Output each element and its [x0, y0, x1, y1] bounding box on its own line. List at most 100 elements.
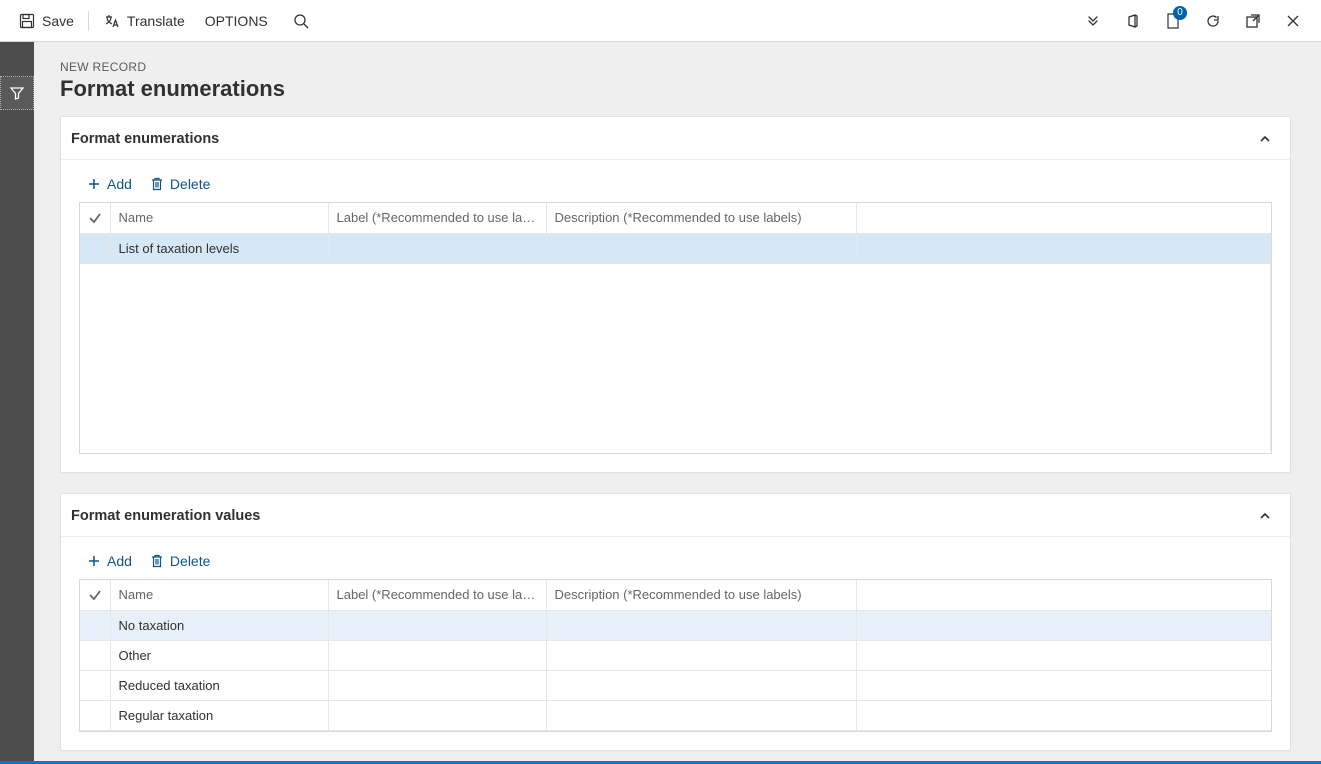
save-icon [18, 12, 36, 30]
translate-icon [103, 12, 121, 30]
cell-name[interactable]: Other [110, 640, 328, 670]
delete-button[interactable]: Delete [150, 553, 210, 569]
plus-icon [87, 177, 101, 191]
table-row[interactable]: Regular taxation [80, 700, 1271, 730]
panel-format-enumerations: Format enumerations Add [60, 116, 1291, 473]
check-icon [88, 211, 102, 225]
trash-icon [150, 554, 164, 568]
office-button[interactable] [1113, 0, 1153, 42]
col-label[interactable]: Label (*Recommended to use labels) [328, 203, 546, 233]
collapse-button[interactable] [1258, 132, 1272, 146]
refresh-button[interactable] [1193, 0, 1233, 42]
cell-description[interactable] [546, 670, 856, 700]
toolbar-separator [88, 11, 89, 31]
popout-icon [1245, 13, 1261, 29]
cell-label[interactable] [328, 670, 546, 700]
check-icon [88, 588, 102, 602]
cell-spacer [856, 700, 1271, 730]
cell-name[interactable]: Reduced taxation [110, 670, 328, 700]
row-checkbox[interactable] [80, 233, 110, 263]
refresh-icon [1205, 13, 1221, 29]
row-checkbox[interactable] [80, 670, 110, 700]
breadcrumb: NEW RECORD [60, 60, 1291, 74]
cell-description[interactable] [546, 700, 856, 730]
panel-title: Format enumerations [71, 131, 219, 147]
panel-title: Format enumeration values [71, 508, 260, 524]
popout-button[interactable] [1233, 0, 1273, 42]
checkbox-header[interactable] [80, 580, 110, 610]
panel-format-enumeration-values: Format enumeration values Add [60, 493, 1291, 751]
col-description[interactable]: Description (*Recommended to use labels) [546, 580, 856, 610]
options-button[interactable]: OPTIONS [195, 0, 278, 42]
delete-button[interactable]: Delete [150, 176, 210, 192]
trash-icon [150, 177, 164, 191]
grid-header-row: Name Label (*Recommended to use labels) … [80, 203, 1271, 233]
delete-label: Delete [170, 176, 210, 192]
close-button[interactable] [1273, 0, 1313, 42]
left-rail [0, 42, 34, 761]
link-button[interactable] [1073, 0, 1113, 42]
cell-name[interactable]: List of taxation levels [110, 233, 328, 263]
cell-description[interactable] [546, 640, 856, 670]
col-spacer [856, 580, 1271, 610]
filter-button[interactable] [0, 76, 34, 110]
filter-icon [9, 85, 25, 101]
cell-description[interactable] [546, 233, 856, 263]
link-icon [1085, 13, 1101, 29]
translate-button[interactable]: Translate [93, 0, 195, 42]
table-row[interactable]: No taxation [80, 610, 1271, 640]
col-spacer [856, 203, 1271, 233]
grid-actions: Add Delete [79, 172, 1272, 202]
save-button[interactable]: Save [8, 0, 84, 42]
cell-name[interactable]: Regular taxation [110, 700, 328, 730]
table-row[interactable]: Other [80, 640, 1271, 670]
col-name[interactable]: Name [110, 203, 328, 233]
table-row[interactable]: Reduced taxation [80, 670, 1271, 700]
panel-header: Format enumerations [61, 117, 1290, 160]
body-area: NEW RECORD Format enumerations Format en… [0, 42, 1321, 761]
cell-label[interactable] [328, 700, 546, 730]
col-name[interactable]: Name [110, 580, 328, 610]
options-label: OPTIONS [205, 13, 268, 29]
enumeration-values-grid[interactable]: Name Label (*Recommended to use labels) … [79, 579, 1272, 732]
col-description[interactable]: Description (*Recommended to use labels) [546, 203, 856, 233]
cell-spacer [856, 670, 1271, 700]
checkbox-header[interactable] [80, 203, 110, 233]
panel-header: Format enumeration values [61, 494, 1290, 537]
cell-spacer [856, 640, 1271, 670]
search-button[interactable] [278, 0, 324, 42]
add-label: Add [107, 553, 132, 569]
grid-header-row: Name Label (*Recommended to use labels) … [80, 580, 1271, 610]
enumerations-grid[interactable]: Name Label (*Recommended to use labels) … [79, 202, 1272, 454]
save-label: Save [42, 13, 74, 29]
plus-icon [87, 554, 101, 568]
panel-body: Add Delete [61, 160, 1290, 472]
grid-empty-area [80, 263, 1271, 451]
grid-actions: Add Delete [79, 549, 1272, 579]
cell-name[interactable]: No taxation [110, 610, 328, 640]
cell-spacer [856, 610, 1271, 640]
office-icon [1125, 13, 1141, 29]
row-checkbox[interactable] [80, 640, 110, 670]
col-label[interactable]: Label (*Recommended to use labels) [328, 580, 546, 610]
toolbar-left-group: Save Translate OPTIONS [8, 0, 324, 42]
panel-body: Add Delete [61, 537, 1290, 750]
toolbar-right-group: 0 [1073, 0, 1313, 42]
cell-label[interactable] [328, 610, 546, 640]
cell-label[interactable] [328, 233, 546, 263]
notifications-button[interactable]: 0 [1153, 0, 1193, 42]
collapse-button[interactable] [1258, 509, 1272, 523]
content-scroll[interactable]: NEW RECORD Format enumerations Format en… [34, 42, 1321, 761]
add-button[interactable]: Add [87, 176, 132, 192]
add-button[interactable]: Add [87, 553, 132, 569]
cell-spacer [856, 233, 1271, 263]
table-row[interactable]: List of taxation levels [80, 233, 1271, 263]
cell-label[interactable] [328, 640, 546, 670]
chevron-up-icon [1258, 509, 1272, 523]
close-icon [1286, 14, 1300, 28]
top-toolbar: Save Translate OPTIONS [0, 0, 1321, 42]
notification-count: 0 [1173, 6, 1187, 20]
row-checkbox[interactable] [80, 700, 110, 730]
cell-description[interactable] [546, 610, 856, 640]
row-checkbox[interactable] [80, 610, 110, 640]
